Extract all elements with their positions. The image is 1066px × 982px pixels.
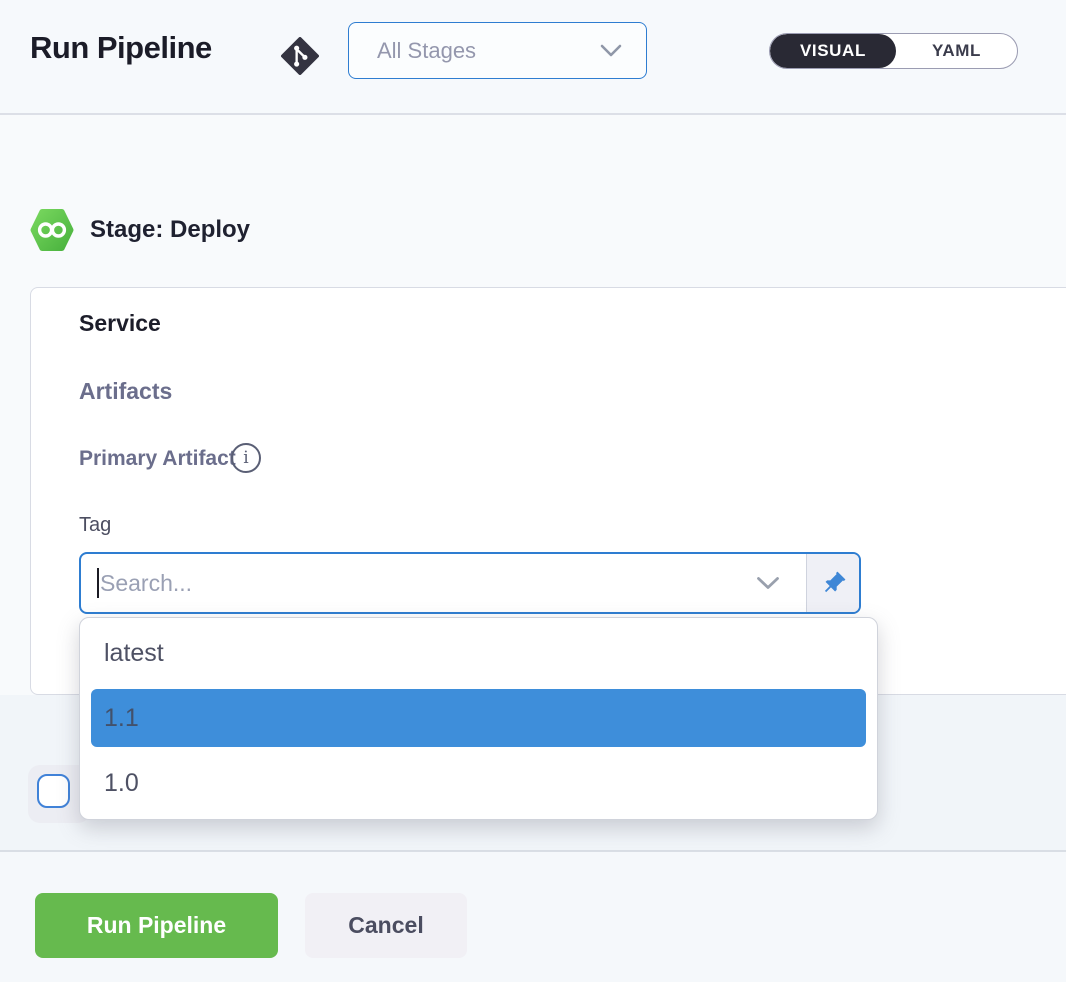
text-cursor	[97, 568, 99, 598]
tag-option-label: latest	[104, 639, 164, 668]
toggle-visual-label: VISUAL	[800, 41, 866, 61]
stage-title: Stage: Deploy	[90, 216, 250, 244]
tag-option-label: 1.0	[104, 769, 139, 798]
primary-artifact-label: Primary Artifact	[79, 447, 236, 471]
all-stages-select[interactable]: All Stages	[348, 22, 647, 79]
toggle-yaml-label: YAML	[932, 41, 981, 61]
run-pipeline-dialog: Run Pipeline All Stages VISUAL YAML	[0, 0, 1066, 982]
page-title: Run Pipeline	[30, 30, 212, 66]
stage-row: Stage: Deploy	[30, 208, 250, 252]
artifacts-heading: Artifacts	[79, 378, 172, 405]
pin-button[interactable]	[806, 554, 859, 612]
info-icon[interactable]: i	[231, 443, 261, 473]
save-inputset-checkbox[interactable]	[37, 774, 70, 808]
toggle-visual[interactable]: VISUAL	[770, 34, 896, 68]
chevron-down-icon	[600, 44, 622, 57]
tag-option-latest[interactable]: latest	[80, 618, 877, 689]
service-heading: Service	[79, 310, 161, 337]
tag-option-label: 1.1	[104, 704, 139, 733]
git-icon	[281, 37, 319, 75]
tag-select	[79, 552, 861, 614]
chevron-down-icon[interactable]	[756, 576, 780, 590]
run-pipeline-button[interactable]: Run Pipeline	[35, 893, 278, 958]
pin-icon	[820, 570, 847, 597]
dialog-footer: Run Pipeline Cancel	[0, 850, 1066, 982]
tag-search-input[interactable]	[100, 570, 806, 597]
visual-yaml-toggle: VISUAL YAML	[769, 33, 1018, 69]
all-stages-select-value: All Stages	[377, 38, 600, 64]
tag-label: Tag	[79, 514, 111, 537]
dialog-header: Run Pipeline All Stages VISUAL YAML	[0, 0, 1066, 115]
tag-option-1-1[interactable]: 1.1	[91, 689, 866, 747]
tag-option-1-0[interactable]: 1.0	[80, 747, 877, 819]
tag-input-area	[81, 554, 806, 612]
cd-hexagon-infinity-icon	[30, 208, 74, 252]
toggle-yaml[interactable]: YAML	[896, 34, 1017, 68]
cancel-button[interactable]: Cancel	[305, 893, 467, 958]
tag-dropdown-menu: latest 1.1 1.0	[79, 617, 878, 820]
